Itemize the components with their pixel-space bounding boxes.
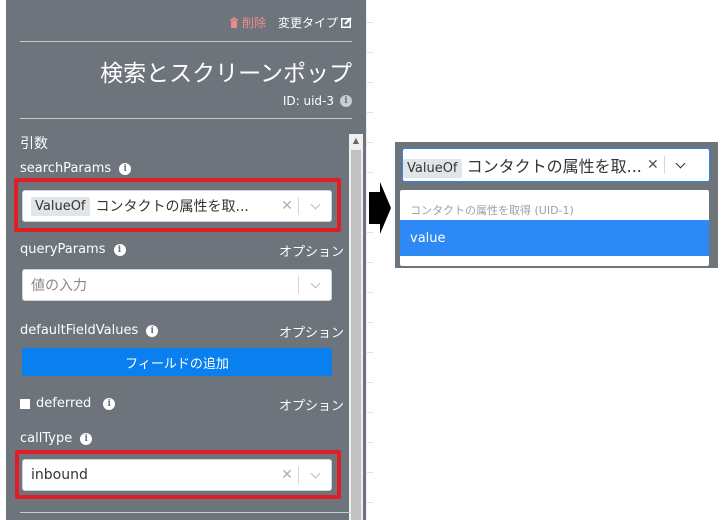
deferred-checkbox[interactable] (20, 398, 30, 409)
arrow-right-icon (369, 182, 391, 234)
divider (20, 118, 352, 119)
query-params-label-text: queryParams (20, 242, 106, 257)
chevron-down-icon[interactable] (665, 158, 697, 168)
args-heading: 引数 (20, 136, 48, 152)
chevron-down-icon[interactable] (299, 199, 331, 209)
search-params-label: searchParams i (20, 161, 132, 176)
deferred-label: deferred i (20, 396, 116, 411)
panel-toolbar: 削除 変更タイプ (229, 14, 352, 31)
popup-select[interactable]: ValueOf コンタクトの属性を取... ✕ (402, 148, 710, 182)
query-params-optional: オプション (278, 245, 344, 260)
default-field-values-optional: オプション (278, 326, 344, 341)
info-icon[interactable]: i (103, 397, 116, 410)
chevron-down-icon[interactable] (299, 278, 331, 288)
search-params-select[interactable]: ValueOf コンタクトの属性を取... ✕ (22, 190, 332, 222)
search-params-label-text: searchParams (20, 161, 112, 176)
scrollbar[interactable]: ▲ (349, 134, 363, 520)
block-properties-panel: 削除 変更タイプ 検索とスクリーンポップ ID: uid-3 i ▲ 引数 se… (6, 0, 366, 520)
canvas-ruler (366, 0, 380, 520)
popup-select-value: ValueOf コンタクトの属性を取... (403, 153, 642, 178)
call-type-label-text: callType (20, 431, 73, 446)
scroll-up-arrow-icon[interactable]: ▲ (349, 134, 363, 148)
call-type-label: callType i (20, 431, 93, 446)
change-type-button[interactable]: 変更タイプ (278, 14, 352, 31)
chevron-down-icon[interactable] (299, 468, 331, 478)
edit-icon (341, 17, 352, 28)
info-icon[interactable]: i (113, 243, 126, 256)
query-params-label: queryParams i (20, 242, 126, 257)
scroll-thumb[interactable] (351, 150, 361, 520)
menu-group-label: コンタクトの属性を取得 (UID-1) (410, 204, 574, 217)
trash-icon (229, 17, 238, 28)
divider (20, 512, 352, 513)
block-id-label: ID: uid-3 (282, 94, 334, 108)
add-field-button[interactable]: フィールドの追加 (22, 348, 332, 376)
call-type-value: inbound (31, 467, 88, 483)
popup-select-value-text: コンタクトの属性を取... (466, 157, 642, 176)
menu-option-value[interactable]: value (400, 220, 709, 256)
deferred-label-text: deferred (36, 396, 92, 411)
clear-icon[interactable]: ✕ (276, 467, 298, 483)
info-icon[interactable]: i (146, 324, 159, 337)
call-type-select[interactable]: inbound ✕ (22, 459, 332, 491)
info-icon[interactable]: i (340, 95, 352, 107)
query-params-select[interactable]: 値の入力 (22, 269, 332, 301)
block-title: 検索とスクリーンポップ (100, 61, 352, 87)
clear-icon[interactable]: ✕ (276, 198, 298, 214)
info-icon[interactable]: i (119, 162, 132, 175)
search-params-value-text: コンタクトの属性を取... (95, 199, 249, 215)
delete-label: 削除 (241, 16, 266, 30)
block-id: ID: uid-3 i (283, 94, 352, 108)
value-of-tag: ValueOf (31, 196, 90, 216)
search-params-value: ValueOf コンタクトの属性を取... (23, 196, 276, 216)
clear-icon[interactable]: ✕ (642, 157, 664, 173)
dropdown-popup-example: ValueOf コンタクトの属性を取... ✕ コンタクトの属性を取得 (UID… (395, 142, 718, 268)
dropdown-menu: コンタクトの属性を取得 (UID-1) value (400, 190, 709, 266)
default-field-values-label-text: defaultFieldValues (20, 323, 139, 338)
deferred-optional: オプション (278, 399, 344, 414)
default-field-values-label: defaultFieldValues i (20, 323, 159, 338)
divider (20, 41, 352, 42)
delete-button[interactable]: 削除 (229, 14, 266, 31)
info-icon[interactable]: i (80, 432, 93, 445)
query-params-placeholder: 値の入力 (31, 278, 87, 294)
value-of-tag: ValueOf (403, 159, 462, 178)
change-type-label: 変更タイプ (277, 16, 338, 30)
